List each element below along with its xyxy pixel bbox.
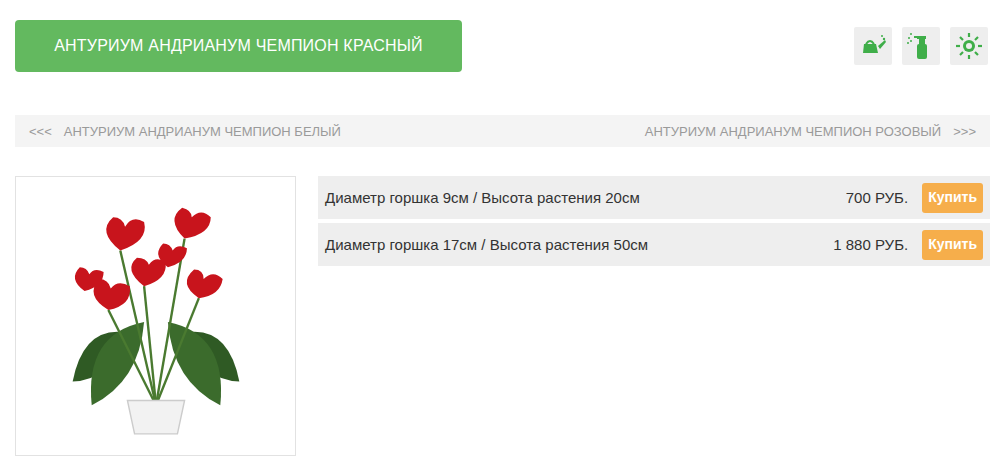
next-arrow[interactable]: >>>: [953, 124, 976, 139]
sun-badge[interactable]: [950, 27, 988, 65]
product-nav: <<< АНТУРИУМ АНДРИАНУМ ЧЕМПИОН БЕЛЫЙ АНТУР…: [15, 115, 990, 147]
header: АНТУРИУМ АНДРИАНУМ ЧЕМПИОН КРАСНЫЙ: [15, 20, 990, 72]
variant-label: Диаметр горшка 17см / Высота растения 50…: [325, 236, 833, 253]
next-link[interactable]: АНТУРИУМ АНДРИАНУМ ЧЕМПИОН РОЗОВЫЙ >>>: [645, 124, 976, 139]
variant-list: Диаметр горшка 9см / Высота растения 20с…: [318, 176, 990, 456]
spray-bottle-icon: [906, 31, 936, 61]
variant-price: 1 880 РУБ.: [833, 236, 908, 253]
product-photo[interactable]: [15, 176, 296, 456]
prev-link[interactable]: <<< АНТУРИУМ АНДРИАНУМ ЧЕМПИОН БЕЛЫЙ: [29, 124, 341, 139]
plant-image: [36, 191, 276, 441]
care-icons: [854, 27, 988, 65]
spray-bottle-badge[interactable]: [902, 27, 940, 65]
variant-row: Диаметр горшка 9см / Высота растения 20с…: [318, 176, 990, 219]
variant-price: 700 РУБ.: [846, 189, 908, 206]
product-body: Диаметр горшка 9см / Высота растения 20с…: [15, 176, 990, 456]
variant-row: Диаметр горшка 17см / Высота растения 50…: [318, 223, 990, 266]
variant-label: Диаметр горшка 9см / Высота растения 20с…: [325, 189, 846, 206]
buy-button[interactable]: Купить: [922, 230, 983, 260]
watering-can-badge[interactable]: [854, 27, 892, 65]
next-label[interactable]: АНТУРИУМ АНДРИАНУМ ЧЕМПИОН РОЗОВЫЙ: [645, 124, 941, 139]
sun-icon: [954, 31, 984, 61]
prev-label[interactable]: АНТУРИУМ АНДРИАНУМ ЧЕМПИОН БЕЛЫЙ: [64, 124, 341, 139]
buy-button[interactable]: Купить: [922, 183, 983, 213]
prev-arrow[interactable]: <<<: [29, 124, 52, 139]
product-title: АНТУРИУМ АНДРИАНУМ ЧЕМПИОН КРАСНЫЙ: [15, 20, 462, 72]
watering-can-icon: [858, 31, 888, 61]
